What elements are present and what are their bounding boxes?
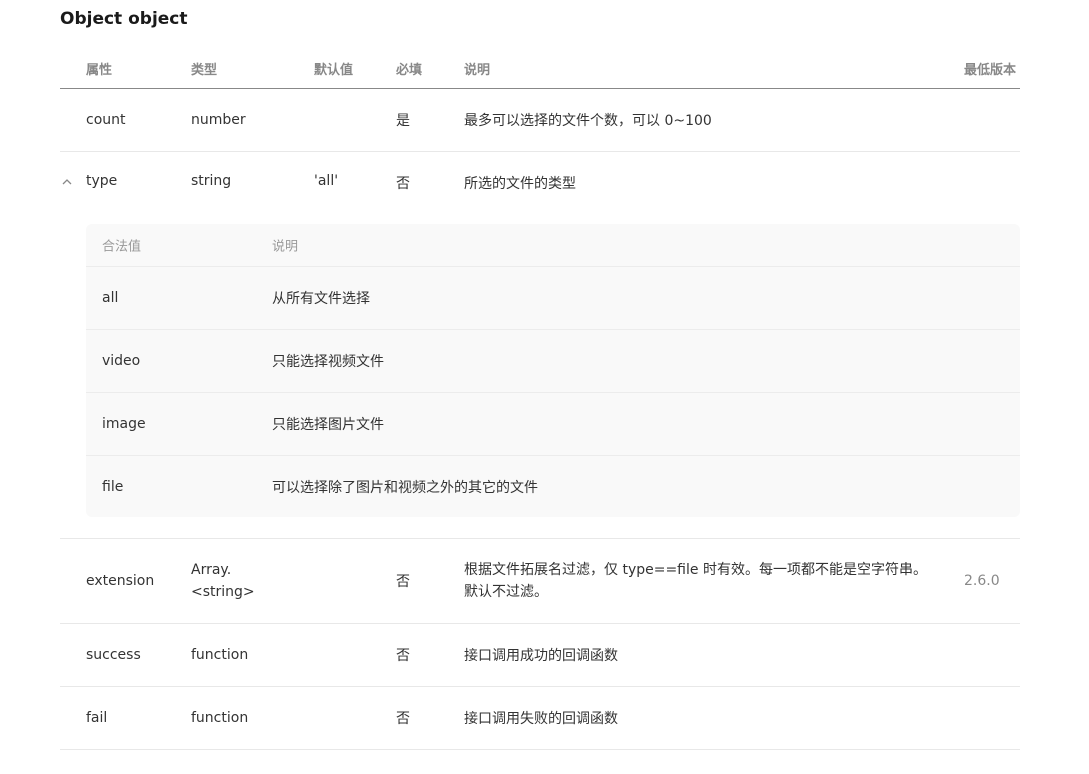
prop-desc-line: 根据文件拓展名过滤，仅 type==file 时有效。每一项都不能是空字符串。 [464,562,927,578]
value-desc: 可以选择除了图片和视频之外的其它的文件 [272,480,538,496]
prop-type: function [191,647,249,663]
prop-required: 否 [396,176,410,192]
value-name: video [102,353,141,369]
prop-type: function [191,710,249,726]
header-required: 必填 [396,63,423,78]
params-table: 属性 类型 默认值 必填 说明 最低版本 count number 是 最多可以… [60,48,1020,750]
prop-name: success [86,647,141,663]
prop-name: extension [86,573,155,589]
value-name: all [102,290,119,306]
prop-desc: 接口调用成功的回调函数 [464,648,618,664]
prop-name: count [86,112,126,128]
prop-type: string [191,173,232,189]
header-prop: 属性 [86,63,113,78]
sub-header-value: 合法值 [102,239,142,255]
prop-default: 'all' [314,173,339,189]
section-title: Object object [60,9,188,29]
prop-type-line: <string> [191,584,255,600]
prop-name: type [86,173,118,189]
sub-table-row: file 可以选择除了图片和视频之外的其它的文件 [86,456,1020,518]
value-desc: 只能选择视频文件 [272,354,384,370]
prop-version: 2.6.0 [964,573,1000,589]
sub-table-row: image 只能选择图片文件 [86,393,1020,456]
prop-desc-line: 默认不过滤。 [464,584,548,600]
prop-type: number [191,112,246,128]
table-row: count number 是 最多可以选择的文件个数，可以 0~100 [60,89,1020,152]
table-row: success function 否 接口调用成功的回调函数 [60,624,1020,687]
table-row: fail function 否 接口调用失败的回调函数 [60,687,1020,750]
header-type: 类型 [191,63,218,78]
value-name: image [102,416,146,432]
prop-desc: 最多可以选择的文件个数，可以 0~100 [464,113,712,129]
header-default: 默认值 [314,63,354,78]
prop-type-line: Array. [191,562,232,578]
prop-required: 否 [396,574,410,590]
prop-required: 否 [396,648,410,664]
prop-required: 否 [396,711,410,727]
sub-table-row: video 只能选择视频文件 [86,330,1020,393]
type-values-table: 合法值 说明 all 从所有文件选择 video 只能选择视频文件 image … [86,224,1020,517]
value-name: file [102,479,124,495]
table-row-expanded: type string 'all' 否 所选的文件的类型 合法值 说明 all … [60,152,1020,539]
sub-table-header: 合法值 说明 [86,224,1020,267]
prop-required: 是 [396,113,410,129]
prop-type: Array. <string> [191,559,255,603]
prop-desc: 接口调用失败的回调函数 [464,711,618,727]
sub-table-row: all 从所有文件选择 [86,267,1020,330]
prop-name: fail [86,710,108,726]
header-version: 最低版本 [964,63,1017,78]
table-row: extension Array. <string> 否 根据文件拓展名过滤，仅 … [60,539,1020,624]
table-header: 属性 类型 默认值 必填 说明 最低版本 [60,48,1020,89]
value-desc: 只能选择图片文件 [272,417,384,433]
chevron-up-icon[interactable] [61,176,73,188]
header-desc: 说明 [464,63,491,78]
value-desc: 从所有文件选择 [272,291,370,307]
prop-desc: 所选的文件的类型 [464,176,576,192]
sub-header-desc: 说明 [272,239,299,255]
prop-desc: 根据文件拓展名过滤，仅 type==file 时有效。每一项都不能是空字符串。 … [464,559,927,603]
